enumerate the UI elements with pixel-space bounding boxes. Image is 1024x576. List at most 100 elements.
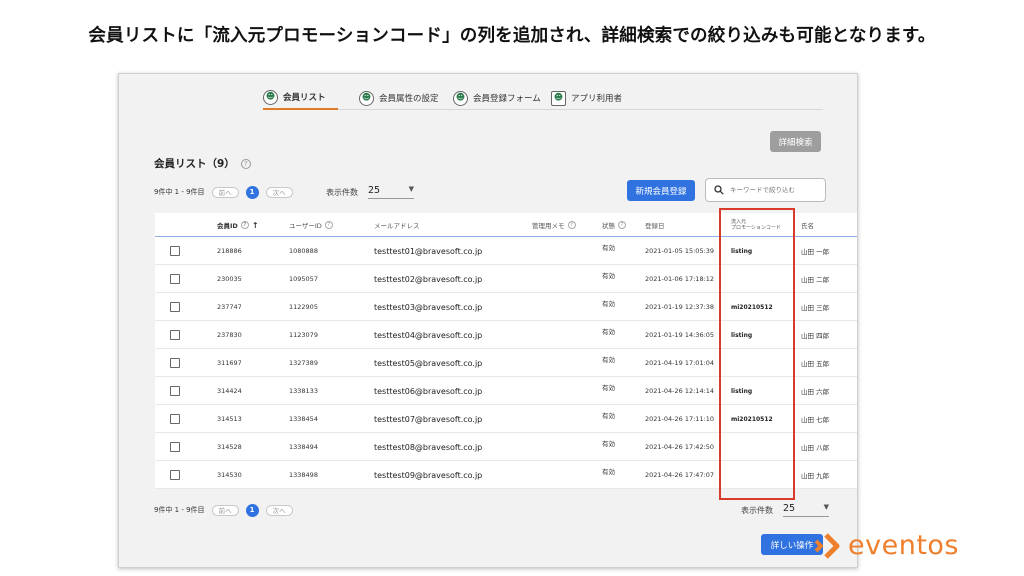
per-page-label: 表示件数 [741, 505, 773, 515]
cell-status: 有効 [602, 412, 615, 420]
help-icon[interactable]: ? [240, 221, 249, 229]
cell-name: 山田 七郎 [801, 416, 830, 424]
cell-user-id: 1338498 [289, 471, 318, 479]
cell-email[interactable]: testtest03@bravesoft.co.jp [374, 293, 482, 321]
member-attribute-icon: ☻ [359, 90, 374, 106]
cell-member-id: 218886 [217, 247, 242, 255]
search-icon [714, 185, 724, 195]
pager-summary: 9件中 1 - 9件目 [154, 188, 205, 196]
cell-email[interactable]: testtest02@bravesoft.co.jp [374, 265, 482, 293]
keyword-search-box[interactable] [705, 178, 826, 202]
row-checkbox[interactable] [170, 358, 180, 368]
headline: 会員リストに「流入元プロモーションコード」の列を追加され、詳細検索での絞り込みも… [88, 26, 936, 46]
tab-registration-form[interactable]: ☻ 会員登録フォーム [453, 86, 541, 110]
current-page-indicator[interactable]: 1 [245, 185, 259, 199]
row-checkbox[interactable] [170, 330, 180, 340]
per-page-select[interactable]: 25 ▼ [368, 185, 414, 199]
cell-status: 有効 [602, 468, 615, 476]
cell-email[interactable]: testtest01@bravesoft.co.jp [374, 237, 482, 265]
cell-status: 有効 [602, 440, 615, 448]
row-checkbox[interactable] [170, 442, 180, 452]
cell-registered: 2021-01-19 12:37:38 [645, 303, 715, 311]
new-member-button[interactable]: 新規会員登録 [627, 180, 695, 201]
cell-name: 山田 二郎 [801, 276, 830, 284]
row-checkbox[interactable] [170, 302, 180, 312]
tab-bar: ☻ 会員リスト ☻ 会員属性の設定 ☻ 会員登録フォーム ☻ アプリ利用者 [263, 84, 823, 110]
promotion-code-highlight [719, 208, 795, 500]
per-page-selector-bottom: 表示件数 25 ▼ [741, 503, 829, 517]
app-user-icon: ☻ [551, 90, 566, 106]
cell-name: 山田 三郎 [801, 304, 830, 312]
help-icon[interactable]: ? [240, 159, 251, 169]
column-member-id[interactable]: 会員ID? ↑ [217, 213, 259, 237]
cell-name: 山田 五郎 [801, 360, 830, 368]
tab-label: 会員リスト [283, 93, 326, 103]
row-checkbox[interactable] [170, 414, 180, 424]
cell-email[interactable]: testtest04@bravesoft.co.jp [374, 321, 482, 349]
per-page-select[interactable]: 25 ▼ [783, 503, 829, 517]
cell-email[interactable]: testtest06@bravesoft.co.jp [374, 377, 482, 405]
chevron-down-icon: ▼ [823, 503, 829, 511]
cell-name: 山田 六郎 [801, 388, 830, 396]
cell-email[interactable]: testtest05@bravesoft.co.jp [374, 349, 482, 377]
logo-text: eventos [848, 530, 959, 561]
registration-form-icon: ☻ [453, 90, 468, 106]
prev-page-button[interactable]: 前へ [211, 504, 239, 516]
prev-page-button[interactable]: 前へ [211, 186, 239, 198]
cell-registered: 2021-01-19 14:36:05 [645, 331, 715, 339]
cell-status: 有効 [602, 384, 615, 392]
search-input[interactable] [730, 186, 820, 194]
help-icon[interactable]: ? [618, 221, 626, 229]
eventos-logo: eventos [812, 530, 959, 561]
cell-user-id: 1122905 [289, 303, 318, 311]
cell-user-id: 1338494 [289, 443, 318, 451]
cell-name: 山田 八郎 [801, 444, 830, 452]
cell-member-id: 314530 [217, 471, 242, 479]
cell-name: 山田 一郎 [801, 248, 830, 256]
next-page-button[interactable]: 次へ [265, 186, 293, 198]
cell-user-id: 1338454 [289, 415, 318, 423]
column-admin-memo[interactable]: 管理用メモ? [532, 213, 576, 237]
tab-member-list[interactable]: ☻ 会員リスト [263, 86, 338, 110]
cell-user-id: 1327389 [289, 359, 318, 367]
next-page-button[interactable]: 次へ [265, 504, 293, 516]
tab-label: 会員属性の設定 [379, 94, 439, 104]
cell-status: 有効 [602, 356, 615, 364]
column-user-id[interactable]: ユーザーID? [289, 213, 333, 237]
cell-registered: 2021-04-26 12:14:14 [645, 387, 715, 395]
cell-user-id: 1123079 [289, 331, 318, 339]
cell-registered: 2021-04-19 17:01:04 [645, 359, 715, 367]
advanced-search-button[interactable]: 詳細検索 [770, 131, 821, 152]
cell-registered: 2021-04-26 17:42:50 [645, 443, 715, 451]
column-email[interactable]: メールアドレス [374, 213, 420, 237]
cell-name: 山田 四郎 [801, 332, 830, 340]
cell-user-id: 1080888 [289, 247, 318, 255]
help-icon[interactable]: ? [567, 221, 576, 229]
cell-member-id: 314513 [217, 415, 242, 423]
row-checkbox[interactable] [170, 274, 180, 284]
cell-status: 有効 [602, 272, 615, 280]
cell-email[interactable]: testtest08@bravesoft.co.jp [374, 433, 482, 461]
tab-app-users[interactable]: ☻ アプリ利用者 [551, 86, 622, 110]
cell-user-id: 1095057 [289, 275, 318, 283]
cell-registered: 2021-04-26 17:11:10 [645, 415, 715, 423]
tab-member-attributes[interactable]: ☻ 会員属性の設定 [359, 86, 439, 110]
tab-label: 会員登録フォーム [473, 94, 541, 104]
row-checkbox[interactable] [170, 386, 180, 396]
help-icon[interactable]: ? [324, 221, 333, 229]
cell-member-id: 230035 [217, 275, 242, 283]
column-registered[interactable]: 登録日 [645, 213, 665, 237]
cell-member-id: 314528 [217, 443, 242, 451]
sort-arrow-icon[interactable]: ↑ [252, 221, 259, 230]
eventos-logo-icon [814, 532, 840, 559]
cell-email[interactable]: testtest09@bravesoft.co.jp [374, 461, 482, 489]
column-name[interactable]: 氏名 [801, 213, 814, 237]
row-checkbox[interactable] [170, 246, 180, 256]
pager-top: 9件中 1 - 9件目 前へ 1 次へ [154, 185, 293, 199]
cell-name: 山田 九郎 [801, 472, 830, 480]
cell-email[interactable]: testtest07@bravesoft.co.jp [374, 405, 482, 433]
row-checkbox[interactable] [170, 470, 180, 480]
current-page-indicator[interactable]: 1 [245, 503, 259, 517]
pager-bottom: 9件中 1 - 9件目 前へ 1 次へ [154, 503, 293, 517]
cell-member-id: 237747 [217, 303, 242, 311]
